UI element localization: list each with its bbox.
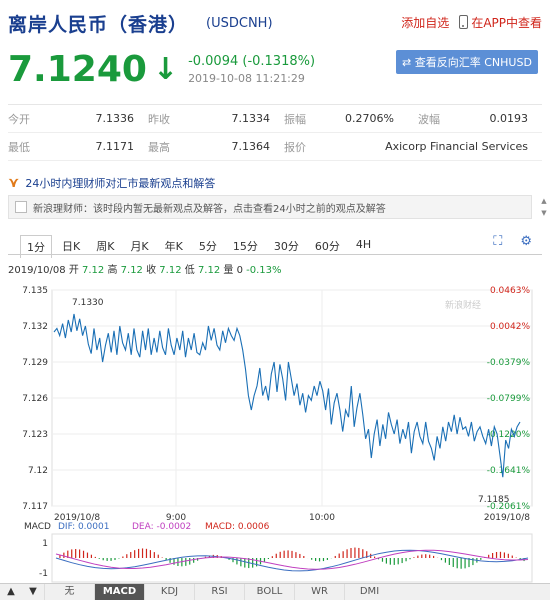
close-label: 收: [146, 265, 157, 276]
stat-label: 最高: [148, 140, 170, 154]
pct-tick-label: 0.0042%: [490, 322, 530, 332]
macd-label: MACD: [24, 522, 51, 532]
prev-arrow-icon[interactable]: ▲: [0, 584, 22, 600]
change-box: -0.0094 (-0.1318%) 2019-10-08 11:21:29: [188, 54, 315, 85]
stats-table: 今开 7.1336 昨收 7.1334 振幅 0.2706% 波幅 0.0193…: [8, 104, 542, 161]
y-tick-label: 7.129: [22, 358, 48, 368]
arrow-down-icon: ↓: [152, 51, 179, 87]
macd-tick: 1: [42, 539, 48, 549]
header: 离岸人民币（香港） (USDCNH) 添加自选 在APP中查看: [8, 8, 542, 38]
stat-value: Axicorp Financial Services: [385, 140, 528, 153]
reverse-rate-button[interactable]: ⇄ 查看反向汇率 CNHUSD: [396, 50, 538, 74]
pct-tick-label: -0.1641%: [487, 466, 531, 476]
high-label: 高: [107, 265, 118, 276]
low-value: 7.12: [197, 265, 221, 276]
ohlc-info-bar: 2019/10/08 开 7.12 高 7.12 收 7.12 低 7.12 量…: [8, 261, 282, 276]
stat-label: 今开: [8, 112, 30, 126]
max-label: 7.1330: [72, 298, 104, 308]
close-value: 7.12: [159, 265, 182, 276]
tab-macd[interactable]: MACD: [94, 584, 144, 600]
tab-wr[interactable]: WR: [294, 584, 344, 600]
quote-row: 7.1240 ↓ -0.0094 (-0.1318%) 2019-10-08 1…: [8, 45, 315, 93]
current-price: 7.1240: [8, 48, 147, 90]
stat-value: 7.1336: [95, 112, 135, 125]
min-label: 7.1185: [478, 495, 510, 505]
stat-value: 7.1171: [95, 140, 135, 153]
stat-value: 7.1334: [231, 112, 271, 125]
spark-icon: ⋎: [8, 175, 20, 191]
x-tick-label: 10:00: [309, 513, 335, 523]
pct-tick-label: -0.0799%: [487, 394, 531, 404]
app-view-link[interactable]: 在APP中查看: [459, 14, 542, 31]
vol-value: 0: [236, 265, 243, 276]
quote-time: 2019-10-08 11:21:29: [188, 71, 305, 85]
top-links: 添加自选 在APP中查看: [401, 14, 542, 31]
macd-tick: -1: [39, 569, 48, 579]
settings-icon[interactable]: ⚙: [520, 234, 532, 249]
y-tick-label: 7.117: [22, 502, 48, 512]
stat-label: 振幅: [284, 112, 306, 126]
tab-none[interactable]: 无: [44, 584, 94, 600]
price-chart[interactable]: 7.135 0.0463% 7.132 0.0042% 7.129 -0.0379% 7.1…: [0, 278, 550, 583]
vol-label: 量: [223, 265, 234, 276]
tab-kdj[interactable]: KDJ: [144, 584, 194, 600]
price-line: [53, 313, 521, 478]
y-tick-label: 7.132: [22, 322, 48, 332]
stats-row: 今开 7.1336 昨收 7.1334 振幅 0.2706% 波幅 0.0193: [8, 105, 542, 133]
pct-value: -0.13%: [246, 265, 282, 276]
news-heading-text: 24小时内理财师对汇市最新观点和解答: [25, 177, 216, 190]
high-value: 7.12: [120, 265, 143, 276]
open-value: 7.12: [82, 265, 105, 276]
open-label: 开: [68, 265, 79, 276]
macd-dif: DIF: 0.0001: [58, 522, 109, 532]
tab-boll[interactable]: BOLL: [244, 584, 294, 600]
indicator-tabs: ▲ ▼ 无 MACD KDJ RSI BOLL WR DMI: [0, 583, 550, 600]
stat-label: 波幅: [418, 112, 440, 126]
tab-dmi[interactable]: DMI: [344, 584, 394, 600]
phone-icon: [459, 15, 469, 29]
tab-rsi[interactable]: RSI: [194, 584, 244, 600]
pct-tick-label: -0.0379%: [487, 358, 531, 368]
next-arrow-icon[interactable]: ▼: [22, 584, 44, 600]
stat-label: 报价: [284, 140, 306, 154]
macd-dea: DEA: -0.0002: [132, 522, 191, 532]
y-tick-label: 7.123: [22, 430, 48, 440]
avatar: [15, 201, 27, 213]
stat-value: 7.1364: [231, 140, 271, 153]
stats-row: 最低 7.1171 最高 7.1364 报价 Axicorp Financial…: [8, 133, 542, 161]
news-message[interactable]: 新浪理财师：该时段内暂无最新观点及解答，点击查看24小时之前的观点及解答: [8, 195, 532, 219]
chart-tools: ⛶ ⚙: [493, 234, 532, 249]
stat-value: 0.2706%: [345, 112, 394, 125]
y-tick-label: 7.126: [22, 394, 48, 404]
stat-label: 最低: [8, 140, 30, 154]
macd-value: MACD: 0.0006: [205, 522, 270, 532]
pct-tick-label: 0.0463%: [490, 286, 530, 296]
symbol-code: (USDCNH): [206, 15, 273, 31]
x-tick-label: 2019/10/8: [484, 513, 530, 523]
y-tick-label: 7.12: [28, 466, 48, 476]
info-date: 2019/10/08: [8, 265, 66, 276]
low-label: 低: [184, 265, 195, 276]
page-title: 离岸人民币（香港）: [8, 13, 189, 36]
tab-divider: [8, 254, 542, 255]
watermark: 新浪财经: [445, 299, 481, 311]
news-message-text: 新浪理财师：该时段内暂无最新观点及解答，点击查看24小时之前的观点及解答: [33, 203, 386, 215]
price-change: -0.0094 (-0.1318%): [188, 53, 316, 69]
add-watch-link[interactable]: 添加自选: [401, 14, 449, 31]
news-heading[interactable]: ⋎ 24小时内理财师对汇市最新观点和解答: [8, 172, 542, 194]
fullscreen-icon[interactable]: ⛶: [493, 234, 502, 249]
stat-value: 0.0193: [489, 112, 529, 125]
y-tick-label: 7.135: [22, 286, 48, 296]
news-scroll-icon[interactable]: ▲ ▼: [538, 195, 550, 219]
app-view-label: 在APP中查看: [471, 16, 542, 30]
stat-label: 昨收: [148, 112, 170, 126]
